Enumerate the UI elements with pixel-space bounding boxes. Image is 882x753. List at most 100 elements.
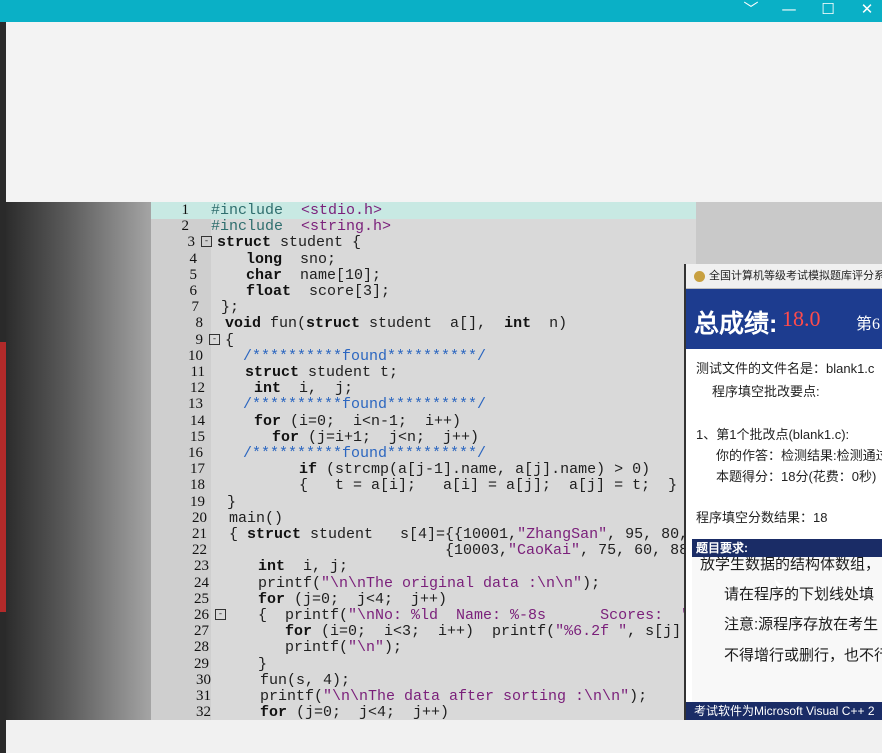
result-line: 你的作答：检测结果:检测通过	[716, 448, 882, 463]
line-number: 30	[196, 671, 211, 688]
requirement-header: 题目要求:	[692, 539, 882, 557]
dropdown-icon[interactable]: ﹀	[736, 0, 766, 22]
code-text: /**********found**********/	[243, 396, 487, 414]
code-line: 21 { struct student s[4]={{10001,"ZhangSa…	[151, 526, 696, 543]
code-line: 10 /**********found**********/	[151, 348, 696, 365]
line-number: 3	[187, 234, 196, 251]
line-number: 1	[181, 202, 190, 218]
code-text: }	[227, 493, 237, 511]
code-text: };	[221, 299, 240, 317]
code-text: fun(s, 4);	[233, 671, 351, 689]
line-number: 2	[181, 218, 190, 235]
line-number: 17	[190, 461, 205, 478]
code-text: float score[3];	[246, 283, 391, 300]
score-label: 总成绩:	[694, 310, 778, 338]
code-text: #include <string.h>	[211, 218, 392, 236]
requirement-body: 放学生数据的结构体数组， 请在程序的下划线处填 注意:源程序存放在考生 不得增行…	[692, 557, 882, 703]
line-number: 31	[196, 688, 211, 704]
line-number: 12	[190, 380, 205, 397]
code-line: 15 for (j=i+1; j<n; j++)	[151, 429, 696, 446]
line-number: 29	[194, 655, 209, 672]
panel-footer: 考试软件为Microsoft Visual C++ 2	[686, 702, 882, 720]
code-text: printf("\n\nThe data after sorting :\n\n…	[233, 688, 648, 705]
fold-toggle-icon[interactable]: -	[215, 609, 226, 620]
code-line: 30 fun(s, 4);	[151, 672, 696, 689]
requirement-line: 放学生数据的结构体数组，	[700, 557, 881, 573]
close-button[interactable]: ✕	[852, 0, 882, 22]
code-line: 3- struct student {	[151, 234, 696, 251]
code-line: 13 /**********found**********/	[151, 396, 696, 413]
code-line: 29 }	[151, 656, 696, 673]
code-line: 8 void fun(struct student a[], int n)	[151, 315, 696, 332]
code-text: for (j=i+1; j<n; j++)	[272, 428, 480, 446]
code-text: char name[10];	[246, 266, 382, 284]
line-number: 28	[194, 639, 209, 656]
code-text: if (strcmp(a[j-1].name, a[j].name) > 0)	[299, 461, 651, 479]
line-number: 26	[194, 607, 209, 623]
code-line: 20 main()	[151, 510, 696, 527]
fold-toggle-icon[interactable]: -	[209, 333, 220, 345]
line-number: 18	[190, 477, 205, 494]
line-number: 9	[195, 331, 204, 348]
window-title-bar: ﹀ — ☐ ✕	[0, 0, 882, 22]
code-text: main()	[229, 509, 284, 527]
code-text: for (i=0; i<n-1; i++)	[254, 412, 462, 430]
code-text: {	[225, 331, 235, 349]
code-text: printf("\n\nThe original data :\n\n");	[231, 574, 601, 592]
line-number: 4	[189, 250, 198, 267]
score-extra: 第6	[856, 316, 881, 333]
requirement-line: 请在程序的下划线处填	[724, 586, 875, 603]
code-text: for (j=0; j<4; j++)	[260, 704, 450, 720]
fold-toggle-icon[interactable]: -	[201, 236, 212, 248]
code-line: 4 long sno;	[151, 251, 696, 268]
code-text: { printf("\nNo: %ld Name: %-8s Scores: "…	[231, 607, 699, 624]
code-text: int i, j;	[254, 380, 354, 398]
line-number: 10	[188, 347, 203, 364]
code-text: #include <stdio.h>	[211, 202, 383, 219]
line-number: 16	[188, 445, 203, 461]
code-line: 17 if (strcmp(a[j-1].name, a[j].name) > …	[151, 461, 696, 478]
code-line: 14 for (i=0; i<n-1; i++)	[151, 413, 696, 430]
line-number: 7	[191, 299, 200, 316]
checkpoint-line: 1、第1个批改点(blank1.c):	[696, 427, 850, 442]
line-number: 24	[194, 574, 209, 591]
check-header: 程序填空批改要点:	[712, 384, 820, 399]
code-line: 5 char name[10];	[151, 267, 696, 284]
app-logo-icon	[694, 270, 705, 282]
requirement-line: 注意:源程序存放在考生	[724, 616, 879, 633]
maximize-button[interactable]: ☐	[813, 0, 843, 22]
code-text: struct student t;	[245, 364, 399, 381]
minimize-button[interactable]: —	[774, 0, 804, 22]
line-number: 21	[192, 526, 207, 542]
code-line: 2 #include <string.h>	[151, 218, 696, 235]
code-line: 27 for (i=0; i<3; i++) printf("%6.2f ", …	[151, 623, 717, 640]
blank-content-area	[6, 22, 882, 202]
line-number: 22	[192, 542, 207, 559]
code-text: /**********found**********/	[243, 347, 487, 365]
code-text: /**********found**********/	[243, 445, 487, 462]
code-line: 1 #include <stdio.h>	[151, 202, 696, 219]
code-text: int i, j;	[258, 558, 349, 576]
code-line: 11 struct student t;	[151, 364, 696, 381]
code-text: long sno;	[246, 250, 337, 268]
panel-title: 全国计算机等级考试模拟题库评分系统	[709, 270, 882, 282]
grading-system-panel: 全国计算机等级考试模拟题库评分系统 总成绩: 18.0 第6 测试文件的文件名是…	[684, 264, 882, 720]
line-number: 5	[189, 266, 198, 283]
code-editor[interactable]: 1 #include <stdio.h> 2 #include <string.h> 3…	[151, 202, 717, 720]
code-line: 25 for (j=0; j<4; j++)	[151, 591, 696, 608]
line-number: 11	[190, 364, 205, 380]
panel-title-bar: 全国计算机等级考试模拟题库评分系统	[686, 264, 882, 289]
code-line: 6 float score[3];	[151, 283, 696, 300]
code-text: {10003,"CaoKai", 75, 60, 88},	[229, 542, 707, 560]
total-score-line: 程序填空分数结果：18	[696, 510, 828, 525]
code-line: 12 int i, j;	[151, 380, 696, 397]
code-line: 23 int i, j;	[151, 558, 696, 575]
code-line: 32 for (j=0; j<4; j++)	[151, 704, 696, 720]
score-banner: 总成绩: 18.0 第6	[686, 289, 882, 349]
code-line: 16 /**********found**********/	[151, 445, 696, 462]
code-line: 9-{	[151, 332, 696, 349]
line-number: 6	[189, 283, 198, 299]
item-score-line: 本题得分：18分(花费：0秒)	[716, 469, 877, 484]
code-text: for (i=0; i<3; i++) printf("%6.2f ", s[j…	[285, 623, 718, 641]
line-number: 19	[190, 493, 205, 510]
